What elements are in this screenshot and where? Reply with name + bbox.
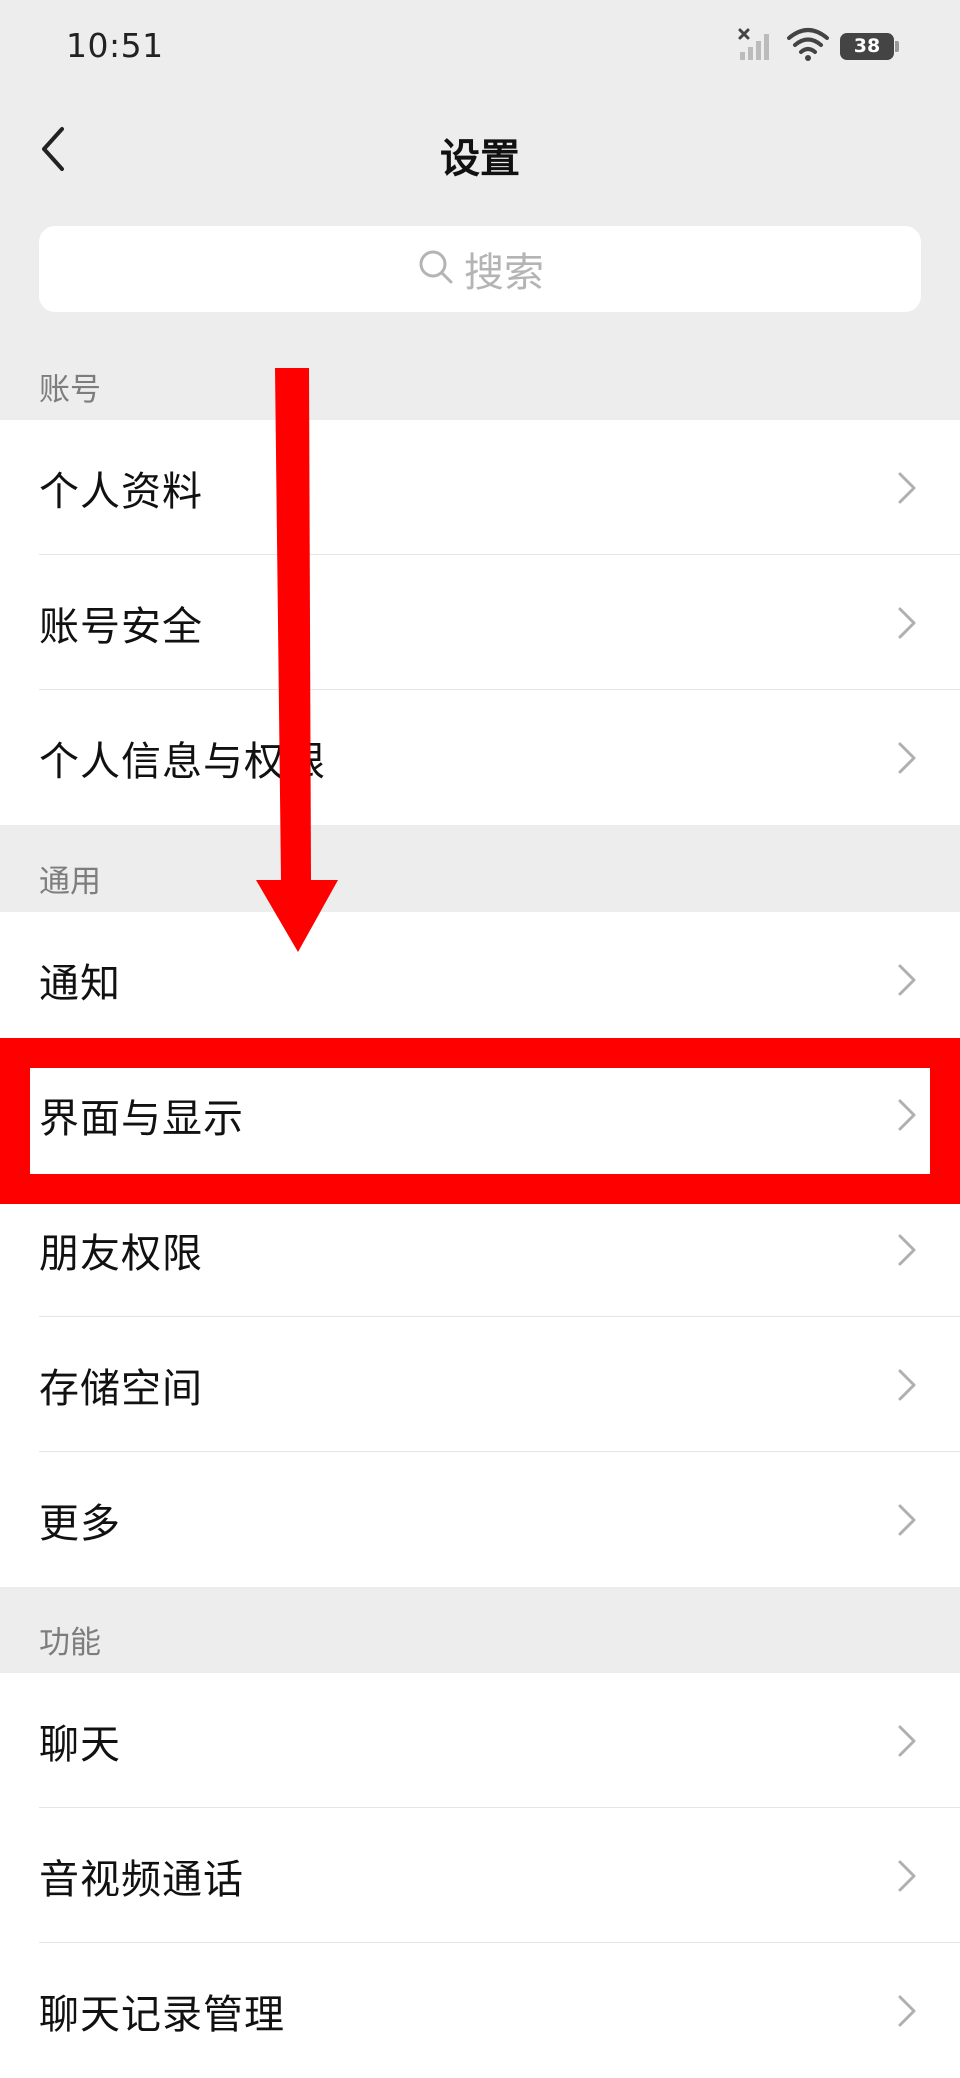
wifi-icon — [786, 26, 830, 66]
chevron-right-icon — [898, 1099, 916, 1130]
search-placeholder: 搜索 — [464, 250, 544, 296]
settings-item-label: 聊天 — [39, 1721, 121, 1768]
settings-item-label: 更多 — [39, 1500, 121, 1547]
battery-icon: 38 — [840, 32, 899, 60]
search-icon — [416, 247, 456, 291]
chevron-right-icon — [898, 1234, 916, 1265]
settings-item-chat[interactable]: 聊天 — [0, 1673, 960, 1808]
settings-item-chat-history[interactable]: 聊天记录管理 — [0, 1943, 960, 2078]
page-title: 设置 — [440, 136, 520, 182]
settings-group-general: 通知 界面与显示 朋友权限 存储空间 更多 — [0, 912, 960, 1587]
settings-item-profile[interactable]: 个人资料 — [0, 420, 960, 555]
nav-bar: 设置 — [0, 96, 960, 208]
settings-item-label: 账号安全 — [39, 603, 203, 650]
section-label-account: 账号 — [39, 372, 101, 408]
settings-item-privacy-permissions[interactable]: 个人信息与权限 — [0, 690, 960, 825]
chevron-right-icon — [898, 472, 916, 503]
settings-item-more[interactable]: 更多 — [0, 1452, 960, 1587]
settings-item-label: 个人信息与权限 — [39, 738, 326, 785]
section-label-features: 功能 — [39, 1625, 101, 1661]
chevron-right-icon — [898, 1369, 916, 1400]
settings-item-friend-permissions[interactable]: 朋友权限 — [0, 1182, 960, 1317]
signal-off-icon — [736, 24, 776, 68]
chevron-right-icon — [898, 1995, 916, 2026]
settings-item-label: 个人资料 — [39, 468, 203, 515]
chevron-right-icon — [898, 607, 916, 638]
settings-item-calls[interactable]: 音视频通话 — [0, 1808, 960, 1943]
settings-item-account-security[interactable]: 账号安全 — [0, 555, 960, 690]
chevron-right-icon — [898, 1504, 916, 1535]
settings-group-account: 个人资料 账号安全 个人信息与权限 — [0, 420, 960, 825]
settings-item-storage[interactable]: 存储空间 — [0, 1317, 960, 1452]
settings-item-display[interactable]: 界面与显示 — [0, 1047, 960, 1182]
settings-item-label: 通知 — [39, 960, 121, 1007]
settings-item-label: 界面与显示 — [39, 1095, 244, 1142]
search-input[interactable]: 搜索 — [39, 226, 921, 312]
status-bar: 10:51 38 — [0, 0, 960, 96]
settings-item-label: 音视频通话 — [39, 1856, 244, 1903]
chevron-right-icon — [898, 1725, 916, 1756]
chevron-right-icon — [898, 964, 916, 995]
settings-item-label: 朋友权限 — [39, 1230, 203, 1277]
settings-item-label: 存储空间 — [39, 1365, 203, 1412]
settings-group-features: 聊天 音视频通话 聊天记录管理 — [0, 1673, 960, 2078]
section-label-general: 通用 — [39, 864, 101, 900]
settings-item-notifications[interactable]: 通知 — [0, 912, 960, 1047]
chevron-right-icon — [898, 1860, 916, 1891]
battery-level: 38 — [853, 35, 881, 57]
status-time: 10:51 — [66, 26, 164, 65]
status-icons: 38 — [736, 22, 899, 70]
settings-item-label: 聊天记录管理 — [39, 1991, 285, 2038]
chevron-right-icon — [898, 742, 916, 773]
